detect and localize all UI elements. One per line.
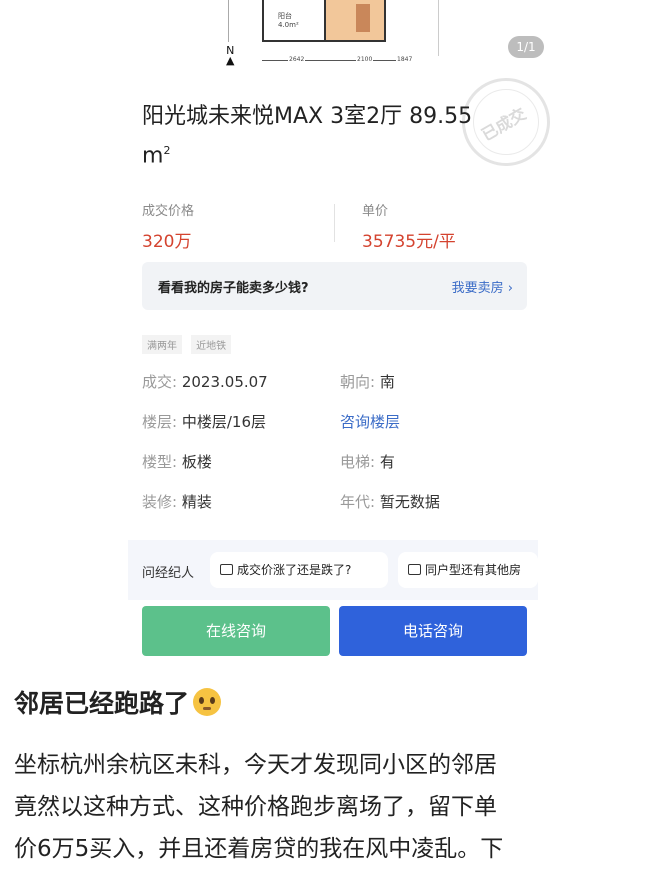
post-title: 邻居已经跑路了 (14, 686, 222, 722)
ask-agent-label: 问经纪人 (142, 566, 195, 581)
detail-key: 电梯: (340, 453, 376, 471)
detail-key: 成交: (142, 373, 178, 391)
pleading-face-icon (193, 688, 222, 716)
detail-key: 朝向: (340, 373, 376, 391)
detail-row: 成交: 2023.05.07 朝向: 南 (142, 370, 527, 410)
floor-plan-room (324, 0, 386, 42)
floor-plan-line (438, 0, 439, 56)
unit-price: 单价 35735元/平 (362, 200, 456, 252)
detail-value: 精装 (181, 493, 212, 511)
deal-price: 成交价格 320万 (142, 200, 194, 252)
chip-label: 成交价涨了还是跌了? (237, 563, 352, 577)
post-line: 坐标杭州余杭区未科，今天才发现同小区的邻居 (14, 752, 497, 778)
post-body: 坐标杭州余杭区未科，今天才发现同小区的邻居 竟然以这种方式、这种价格跑步离场了，… (14, 744, 646, 870)
deal-price-value: 320万 (142, 232, 192, 252)
detail-key: 楼型: (142, 453, 178, 471)
detail-row: 楼型: 板楼 电梯: 有 (142, 450, 527, 490)
floor-plan-dimension: 2642 (288, 56, 306, 63)
detail-key: 楼层: (142, 413, 178, 431)
floor-plan-line (228, 0, 229, 42)
detail-value: 2023.05.07 (181, 373, 268, 391)
detail-row: 装修: 精装 年代: 暂无数据 (142, 490, 527, 530)
north-arrow-icon: N ▲ (226, 44, 235, 67)
detail-value: 有 (379, 453, 395, 471)
chat-bubble-icon (408, 564, 421, 575)
divider (334, 204, 335, 242)
price-summary: 成交价格 320万 单价 35735元/平 (142, 200, 527, 252)
detail-value: 中楼层/16层 (181, 413, 266, 431)
detail-row: 楼层: 中楼层/16层 咨询楼层 (142, 410, 527, 450)
floor-plan-dimension: 1847 (396, 56, 414, 63)
floor-plan-dimension-line (262, 60, 412, 61)
deal-price-label: 成交价格 (142, 204, 195, 219)
ask-floor-link[interactable]: 咨询楼层 (340, 413, 400, 431)
floor-plan-dimension: 2100 (356, 56, 374, 63)
post-line: 价6万5买入，并且还着房贷的我在风中凌乱。下 (14, 836, 504, 862)
sell-house-link[interactable]: 我要卖房 › (452, 277, 513, 296)
sell-estimate-question: 看看我的房子能卖多少钱? (158, 281, 309, 296)
listing-title: 阳光城未来悦MAX 3室2厅 89.55 m2 (142, 104, 473, 169)
quick-question-chip[interactable]: 同户型还有其他房 (398, 552, 538, 588)
listing-tags: 满两年 近地铁 (142, 334, 235, 354)
floor-plan-room-balcony: 阳台 4.0m² (262, 0, 328, 42)
detail-key: 装修: (142, 493, 178, 511)
chat-bubble-icon (220, 564, 233, 575)
floor-plan-room-label: 阳台 4.0m² (278, 12, 299, 29)
quick-question-chip[interactable]: 成交价涨了还是跌了? (210, 552, 388, 588)
listing-details: 成交: 2023.05.07 朝向: 南 楼层: 中楼层/16层 咨询楼层 楼型… (142, 370, 527, 530)
sell-estimate-banner[interactable]: 看看我的房子能卖多少钱? 我要卖房 › (142, 262, 527, 310)
unit-price-value: 35735元/平 (362, 232, 456, 252)
detail-value: 暂无数据 (379, 493, 440, 511)
chip-label: 同户型还有其他房 (425, 563, 522, 577)
ask-agent-bar: 问经纪人 成交价涨了还是跌了? 同户型还有其他房 (128, 540, 538, 600)
phone-consult-button[interactable]: 电话咨询 (339, 606, 527, 656)
unit-price-label: 单价 (362, 204, 389, 219)
detail-key: 年代: (340, 493, 376, 511)
post-line: 竟然以这种方式、这种价格跑步离场了，留下单 (14, 794, 497, 820)
detail-value: 板楼 (181, 453, 212, 471)
floor-plan-image[interactable]: 阳台 4.0m² 2642 2100 1847 N ▲ (210, 0, 460, 72)
tag: 满两年 (142, 335, 182, 354)
image-counter-badge: 1/1 (508, 36, 544, 58)
tag: 近地铁 (191, 335, 232, 354)
online-consult-button[interactable]: 在线咨询 (142, 606, 330, 656)
detail-value: 南 (379, 373, 395, 391)
